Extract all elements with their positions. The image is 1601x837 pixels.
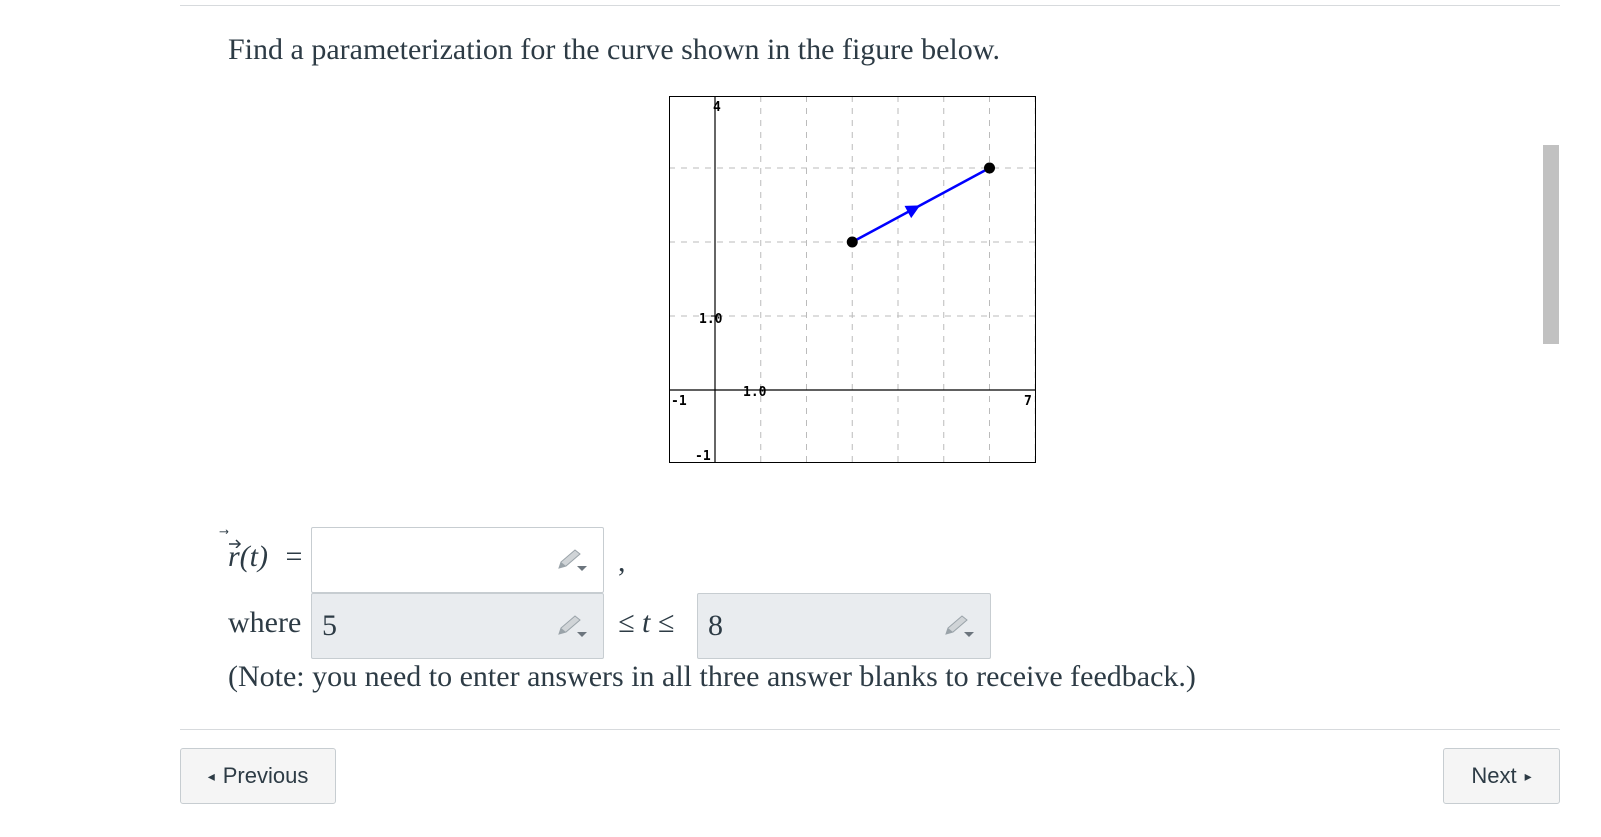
y-top-label: 4 [713,100,721,115]
pencil-icon[interactable] [555,614,589,640]
triangle-right-icon: ▸ [1524,767,1532,784]
previous-label: Previous [222,763,309,788]
upper-bound-value: 8 [708,609,723,642]
end-point [984,162,995,174]
equals-sign: = [285,540,303,573]
lower-bound-value: 5 [322,609,337,642]
where-label: where [228,606,302,639]
upper-bound-input[interactable]: 8 [697,593,991,659]
next-button[interactable]: Next ▸ [1443,748,1560,804]
r-of-t-input[interactable] [311,527,604,593]
scrollbar-thumb[interactable] [1543,145,1559,344]
next-label: Next [1471,763,1517,788]
vector-arrow-icon-mark [229,539,242,548]
question-text: Find a parameterization for the curve sh… [228,33,1000,66]
start-point [846,236,858,248]
y-bottom-label: -1 [695,449,711,463]
previous-button[interactable]: ◂ Previous [180,748,336,804]
leq-t-leq-label: ≤ t ≤ [618,606,674,640]
pencil-icon[interactable] [555,548,589,574]
curve-graph: 4 7 -1 -1 1.0 1.0 [669,96,1036,463]
note-text: (Note: you need to enter answers in all … [228,660,1196,693]
triangle-left-icon: ◂ [207,767,215,784]
leq-t-leq-text: ≤ t ≤ [618,606,675,639]
x-right-label: 7 [1024,394,1032,409]
lower-bound-input[interactable]: 5 [311,593,604,659]
y-tick-label: 1.0 [699,312,723,327]
top-divider [180,5,1560,6]
comma-separator: , [618,545,626,578]
r-of-t-label: ⃗ r(t) = [228,539,303,574]
pencil-icon[interactable] [942,614,976,640]
x-tick-label: 1.0 [743,385,767,400]
x-left-label: -1 [671,394,687,409]
bottom-divider [180,729,1560,730]
